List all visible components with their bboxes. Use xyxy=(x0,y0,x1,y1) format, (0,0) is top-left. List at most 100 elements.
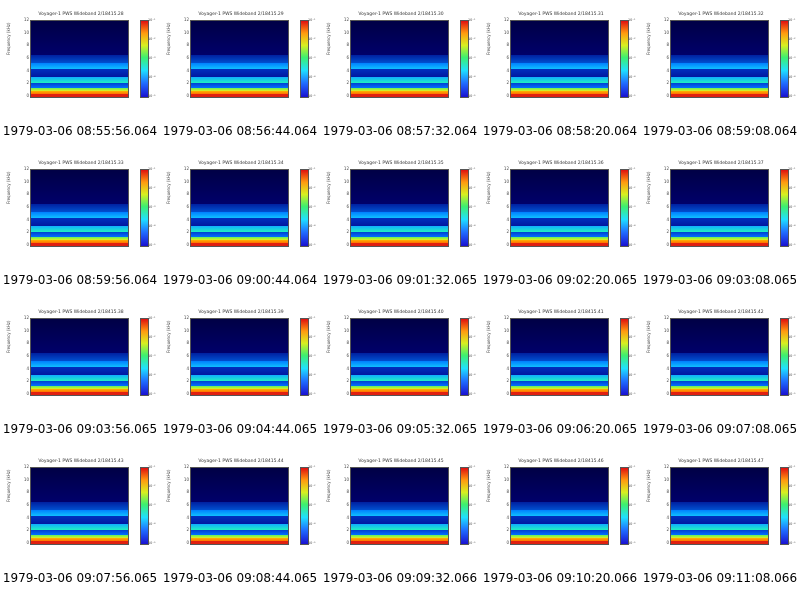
spectrogram-band xyxy=(191,468,288,502)
y-tick-label: 6 xyxy=(346,353,349,358)
spectrogram-band xyxy=(351,319,448,353)
colorbar-tick-label: 10⁻⁴ xyxy=(468,75,476,79)
panel-title: Voyager-1 PWS Wideband 2/18415.33 xyxy=(38,161,124,166)
y-tick-label: 0 xyxy=(666,242,669,247)
colorbar-tick-label: 10⁻⁵ xyxy=(788,243,796,247)
colorbar-tick-label: 10⁻³ xyxy=(788,205,796,209)
spectrogram-plot xyxy=(350,467,449,545)
y-tick-label: 0 xyxy=(186,93,189,98)
spectrogram-panel: Voyager-1 PWS Wideband 2/18415.46 Frequen… xyxy=(480,447,640,596)
colorbar-tick-label: 10⁻³ xyxy=(308,503,316,507)
y-tick-label: 6 xyxy=(506,353,509,358)
y-tick-label: 2 xyxy=(666,378,669,384)
spectrogram-band xyxy=(511,319,608,353)
y-tick-label: 6 xyxy=(26,353,29,358)
panel-title: Voyager-1 PWS Wideband 2/18415.29 xyxy=(198,12,284,17)
y-tick-label: 8 xyxy=(186,191,189,197)
y-tick-label: 0 xyxy=(506,391,509,396)
colorbar-tick-label: 10⁻¹ xyxy=(468,167,476,171)
colorbar-tick-label: 10⁻⁵ xyxy=(148,243,156,247)
y-tick-label: 6 xyxy=(186,502,189,507)
colorbar-tick-label: 10⁻⁵ xyxy=(468,392,476,396)
y-axis-ticks: 12 10 8 6 4 2 0 xyxy=(22,166,30,247)
spectrogram-band xyxy=(671,367,768,375)
colorbar-tick-label: 10⁻⁴ xyxy=(628,522,636,526)
y-axis-label: Frequency (kHz) xyxy=(326,22,331,55)
y-tick-label: 6 xyxy=(186,204,189,209)
colorbar-tick-label: 10⁻³ xyxy=(788,56,796,60)
spectrogram-plot xyxy=(670,467,769,545)
panel-timestamp: 1979-03-06 09:02:20.065 xyxy=(482,273,638,287)
y-tick-label: 12 xyxy=(23,315,29,320)
x-axis-ticks xyxy=(670,97,769,103)
spectrogram-plot xyxy=(350,318,449,396)
colorbar-ticks: 10⁻¹ 10⁻² 10⁻³ 10⁻⁴ 10⁻⁵ xyxy=(468,316,478,396)
y-tick-label: 2 xyxy=(26,80,29,86)
spectrogram-plot xyxy=(30,318,129,396)
y-tick-label: 12 xyxy=(663,315,669,320)
y-tick-label: 12 xyxy=(183,464,189,469)
colorbar-tick-label: 10⁻² xyxy=(308,186,316,190)
colorbar-ticks: 10⁻¹ 10⁻² 10⁻³ 10⁻⁴ 10⁻⁵ xyxy=(148,465,158,545)
colorbar-tick-label: 10⁻¹ xyxy=(308,465,316,469)
colorbar-tick-label: 10⁻³ xyxy=(788,503,796,507)
y-tick-label: 4 xyxy=(506,365,509,371)
colorbar-tick-label: 10⁻⁵ xyxy=(628,541,636,545)
y-tick-label: 0 xyxy=(346,93,349,98)
colorbar-tick-label: 10⁻² xyxy=(628,335,636,339)
colorbar-ticks: 10⁻¹ 10⁻² 10⁻³ 10⁻⁴ 10⁻⁵ xyxy=(788,316,798,396)
colorbar-tick-label: 10⁻⁵ xyxy=(148,94,156,98)
y-tick-label: 0 xyxy=(186,540,189,545)
y-axis-label: Frequency (kHz) xyxy=(486,320,491,353)
spectrogram-band xyxy=(511,69,608,77)
spectrogram-band xyxy=(671,21,768,55)
spectrogram-band xyxy=(351,516,448,524)
y-axis-label: Frequency (kHz) xyxy=(6,171,11,204)
spectrogram-band xyxy=(511,516,608,524)
colorbar-tick-label: 10⁻¹ xyxy=(628,167,636,171)
y-axis-ticks: 12 10 8 6 4 2 0 xyxy=(662,465,670,545)
y-axis-ticks: 12 10 8 6 4 2 0 xyxy=(662,18,670,98)
colorbar-tick-label: 10⁻² xyxy=(628,186,636,190)
y-tick-label: 8 xyxy=(186,489,189,495)
x-axis-ticks xyxy=(190,544,289,550)
spectrogram-plot xyxy=(670,169,769,247)
colorbar-tick-label: 10⁻³ xyxy=(628,354,636,358)
spectrogram-panel: Voyager-1 PWS Wideband 2/18415.41 Frequen… xyxy=(480,298,640,447)
colorbar-tick-label: 10⁻¹ xyxy=(308,167,316,171)
y-tick-label: 2 xyxy=(346,378,349,384)
spectrogram-plot xyxy=(190,169,289,247)
y-tick-label: 2 xyxy=(666,229,669,235)
panel-timestamp: 1979-03-06 08:58:20.064 xyxy=(482,124,638,138)
colorbar-tick-label: 10⁻³ xyxy=(148,503,156,507)
colorbar-tick-label: 10⁻³ xyxy=(148,354,156,358)
colorbar-tick-label: 10⁻³ xyxy=(628,503,636,507)
spectrogram-panel: Voyager-1 PWS Wideband 2/18415.35 Frequen… xyxy=(320,149,480,298)
spectrogram-band xyxy=(31,502,128,510)
y-axis-label: Frequency (kHz) xyxy=(646,320,651,353)
y-tick-label: 8 xyxy=(506,340,509,346)
x-axis-ticks xyxy=(670,246,769,252)
x-axis-ticks xyxy=(350,544,449,550)
colorbar-tick-label: 10⁻⁵ xyxy=(308,541,316,545)
y-tick-label: 10 xyxy=(503,178,509,184)
spectrogram-panel: Voyager-1 PWS Wideband 2/18415.33 Frequen… xyxy=(0,149,160,298)
colorbar-tick-label: 10⁻⁵ xyxy=(468,243,476,247)
y-tick-label: 4 xyxy=(186,365,189,371)
y-tick-label: 2 xyxy=(346,80,349,86)
x-axis-ticks xyxy=(670,544,769,550)
y-tick-label: 0 xyxy=(186,391,189,396)
colorbar-tick-label: 10⁻⁴ xyxy=(308,75,316,79)
y-tick-label: 12 xyxy=(23,166,29,171)
y-axis-ticks: 12 10 8 6 4 2 0 xyxy=(182,18,190,98)
spectrogram-band xyxy=(351,170,448,204)
y-tick-label: 6 xyxy=(506,55,509,60)
y-tick-label: 10 xyxy=(503,476,509,482)
spectrogram-band xyxy=(31,319,128,353)
y-tick-label: 0 xyxy=(666,391,669,396)
y-axis-ticks: 12 10 8 6 4 2 0 xyxy=(502,167,510,247)
y-tick-label: 4 xyxy=(506,67,509,73)
y-tick-label: 12 xyxy=(503,464,509,469)
spectrogram-band xyxy=(511,21,608,55)
colorbar-tick-label: 10⁻³ xyxy=(468,503,476,507)
